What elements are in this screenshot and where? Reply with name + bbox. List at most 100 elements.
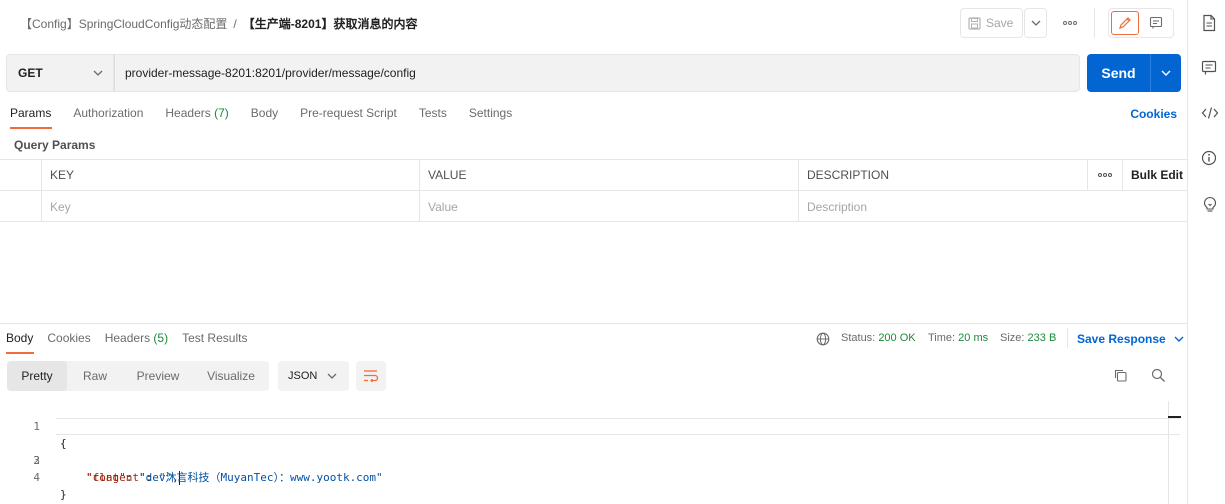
tab-body[interactable]: Body [240,105,289,129]
wrap-lines-button[interactable] [356,361,386,391]
time-value: 20 ms [958,332,989,344]
tab-test-results[interactable]: Test Results [175,330,254,354]
tab-label: Body [6,331,34,345]
tab-label: Body [250,106,279,120]
tab-response-body[interactable]: Body [0,330,40,354]
code-line: 3 "content": "沐言科技（MuyanTec）：www.yootk.c… [0,435,382,484]
code-text: { [60,437,67,450]
format-select[interactable]: JSON [278,361,349,391]
chevron-down-icon [1031,20,1041,26]
tab-label: Authorization [73,106,144,120]
request-title[interactable]: 【生产端-8201】获取消息的内容 [243,17,418,31]
tab-label: Settings [468,106,513,120]
code-icon[interactable] [1201,106,1219,120]
more-horizontal-icon [1098,173,1112,177]
view-visualize-button[interactable]: Visualize [193,361,269,391]
copy-icon[interactable] [1113,368,1128,383]
globe-icon[interactable] [816,332,830,346]
body-view-tabs: Pretty Raw Preview Visualize [7,361,269,391]
view-pretty-button[interactable]: Pretty [7,361,67,391]
tab-label: Params [10,106,52,120]
header-divider [1094,8,1095,38]
tab-settings[interactable]: Settings [458,105,523,129]
json-value: "沐言科技（MuyanTec）：www.yootk.com" [158,471,383,484]
tab-response-cookies[interactable]: Cookies [40,330,97,354]
tab-label: Cookies [47,331,91,345]
url-input[interactable]: provider-message-8201:8201/provider/mess… [114,54,1080,92]
tab-headers[interactable]: Headers (7) [154,105,239,129]
info-icon[interactable] [1201,150,1217,166]
param-value-input[interactable]: Value [419,191,798,222]
comment-icon [1149,16,1163,30]
table-row: Key Value Description [0,191,1187,222]
view-preview-button[interactable]: Preview [123,361,193,391]
code-line: 4 } [0,452,66,501]
format-label: JSON [288,370,318,382]
save-response-label: Save Response [1077,332,1166,346]
save-button[interactable]: Save [960,8,1023,38]
comment-mode-button[interactable] [1142,11,1170,35]
param-description-input[interactable]: Description [798,191,1187,222]
lightbulb-icon[interactable] [1201,195,1219,213]
response-status[interactable]: Status: 200 OK [841,332,916,344]
status-divider [1067,328,1068,348]
active-line-highlight [56,418,1180,435]
chevron-down-icon [1174,336,1184,342]
response-size[interactable]: Size: 233 B [1000,332,1056,344]
tab-pre-request-script[interactable]: Pre-request Script [289,105,408,129]
code-line: 1 { [0,401,66,450]
breadcrumb: 【Config】SpringCloudConfig动态配置 / 【生产端-8201】… [20,15,417,32]
params-table: KEY VALUE DESCRIPTION Bulk Edit Key Valu… [0,159,1187,222]
tab-label: Headers [104,331,151,345]
send-options-button[interactable] [1151,70,1181,76]
tab-response-headers[interactable]: Headers (5) [98,330,175,354]
tab-label: Pre-request Script [300,106,397,120]
response-time[interactable]: Time: 20 ms [928,332,988,344]
breadcrumb-collection[interactable]: 【Config】SpringCloudConfig动态配置 [20,17,227,31]
tab-label: Test Results [182,331,248,345]
row-checkbox-cell [0,191,41,222]
chevron-down-icon [327,373,337,379]
tab-label: Tests [418,106,447,120]
wrap-lines-icon [363,369,379,383]
table-header-row: KEY VALUE DESCRIPTION Bulk Edit [0,160,1187,191]
editor-overview-marker [1168,416,1181,418]
column-header-key: KEY [41,160,419,190]
method-select[interactable]: GET [6,54,114,92]
tab-tests[interactable]: Tests [408,105,458,129]
more-horizontal-icon [1063,21,1077,25]
checkbox-column-header [0,160,41,190]
query-params-title: Query Params [14,138,96,152]
column-options-button[interactable] [1087,160,1122,190]
edit-mode-button[interactable] [1111,11,1139,35]
tab-params[interactable]: Params [0,105,62,129]
save-response-button[interactable]: Save Response [1077,332,1184,346]
tab-count-badge: (7) [214,106,229,120]
method-label: GET [18,66,43,80]
bulk-edit-button[interactable]: Bulk Edit [1122,160,1187,190]
view-raw-button[interactable]: Raw [67,361,123,391]
comments-icon[interactable] [1201,60,1217,76]
search-icon[interactable] [1151,368,1166,383]
column-header-value: VALUE [419,160,798,190]
code-line-active: 2 "flag": "dev", [0,418,1180,485]
size-label: Size: [1000,332,1025,344]
save-dropdown-button[interactable] [1024,8,1047,38]
response-tabs: Body Cookies Headers (5) Test Results [0,330,254,354]
chevron-down-icon [1161,70,1171,76]
json-key: "content" [86,471,146,484]
documentation-icon[interactable] [1201,14,1217,32]
code-text: } [60,488,67,501]
request-tabs: Params Authorization Headers (7) Body Pr… [0,105,523,129]
tab-authorization[interactable]: Authorization [62,105,154,129]
more-options-button[interactable] [1059,8,1081,38]
param-key-input[interactable]: Key [41,191,419,222]
column-header-description: DESCRIPTION [798,160,1087,190]
tab-count-badge: (5) [153,331,169,345]
pencil-icon [1118,16,1132,30]
send-button[interactable]: Send [1087,54,1181,92]
response-divider [0,323,1187,324]
url-text: provider-message-8201:8201/provider/mess… [125,66,416,80]
cookies-link[interactable]: Cookies [1130,107,1177,121]
send-label: Send [1101,65,1136,81]
